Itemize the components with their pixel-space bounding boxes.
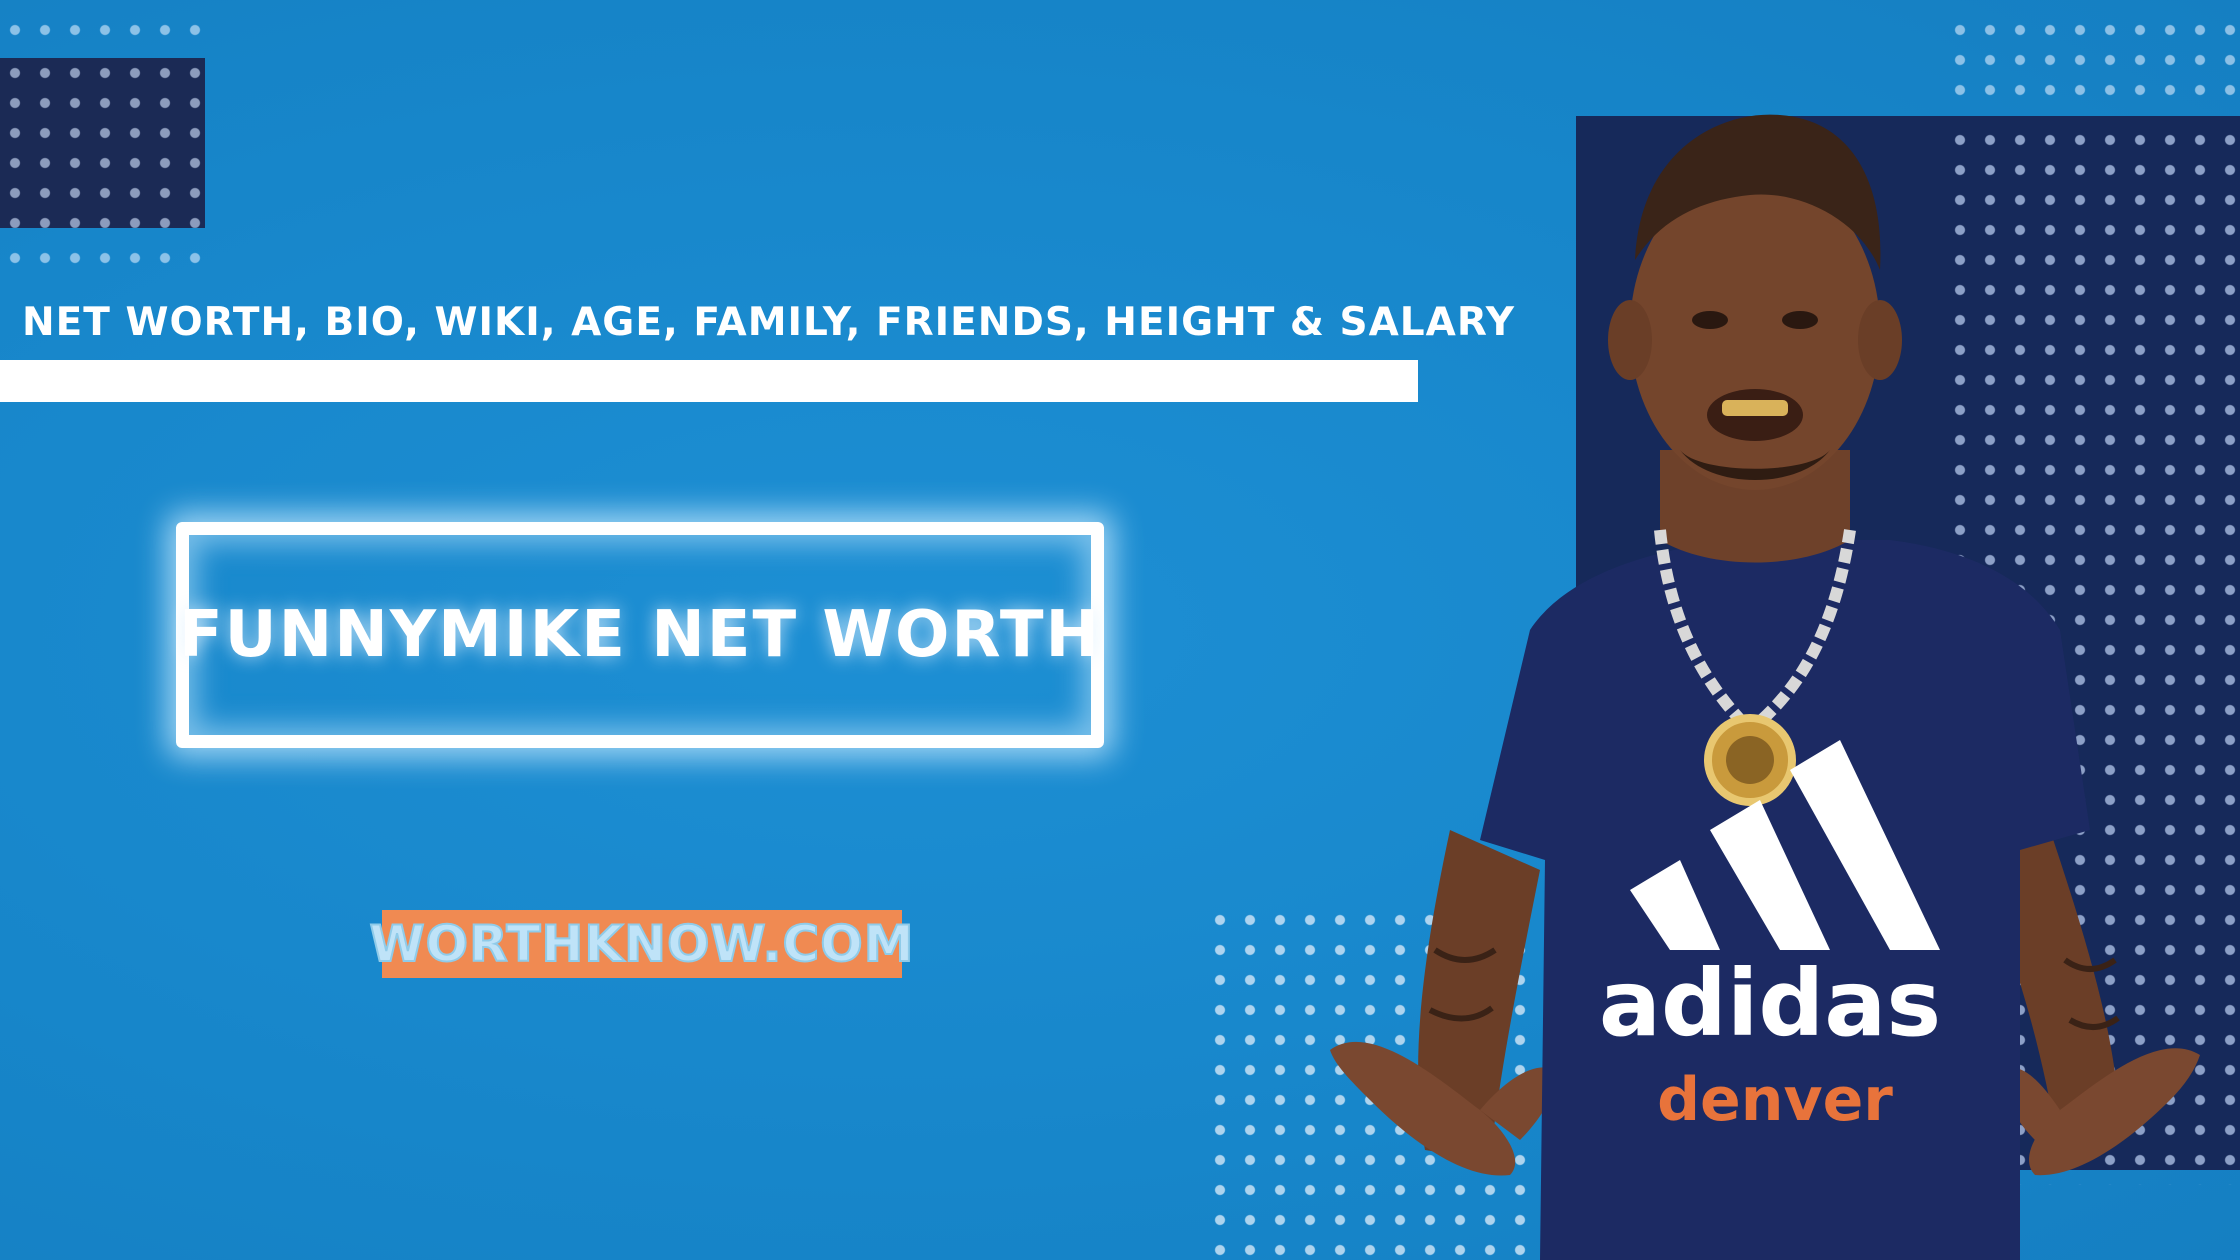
tagline-underline-bar bbox=[0, 360, 1418, 402]
page-title: FUNNYMIKE NET WORTH bbox=[178, 598, 1102, 672]
thumbnail-canvas: NET WORTH, BIO, WIKI, AGE, FAMILY, FRIEN… bbox=[0, 0, 2240, 1260]
tagline-text: NET WORTH, BIO, WIKI, AGE, FAMILY, FRIEN… bbox=[22, 300, 1515, 345]
shirt-city-text: denver bbox=[1657, 1065, 1893, 1135]
shirt-brand-text: adidas bbox=[1599, 950, 1941, 1057]
decor-dark-block-top-left bbox=[0, 58, 205, 228]
decor-dots-under-block bbox=[0, 243, 210, 273]
title-glow-box: FUNNYMIKE NET WORTH bbox=[176, 522, 1104, 748]
site-name: WORTHKNOW.COM bbox=[369, 914, 915, 974]
decor-dots-top-left bbox=[0, 15, 210, 45]
site-badge: WORTHKNOW.COM bbox=[369, 910, 915, 978]
person-photo: adidas denver bbox=[1330, 114, 2200, 1260]
